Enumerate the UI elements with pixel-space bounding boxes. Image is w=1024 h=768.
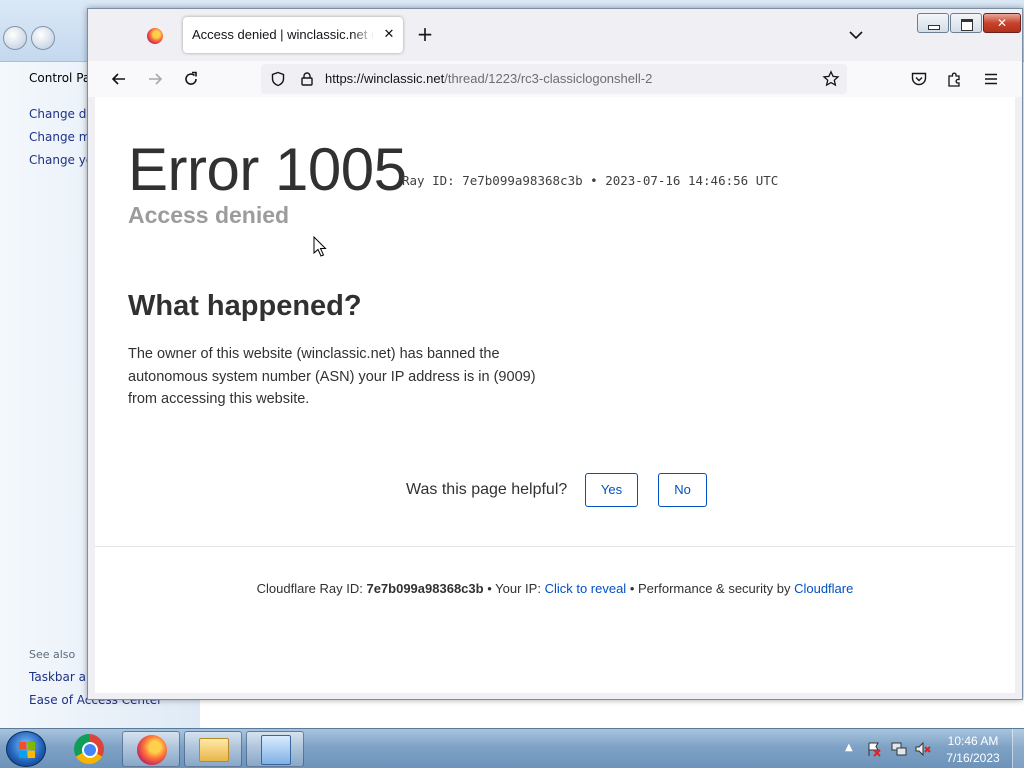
tab-title: Access denied | winclassic.net used	[192, 27, 374, 42]
start-button[interactable]	[6, 731, 46, 767]
bookmark-star-icon[interactable]	[822, 70, 840, 88]
windows-logo-icon	[19, 742, 35, 758]
show-hidden-icons-icon[interactable]: ▲	[845, 742, 853, 753]
error-code-heading: Error 1005	[128, 136, 407, 203]
mouse-pointer-icon	[313, 236, 327, 257]
hamburger-menu-icon	[985, 73, 997, 85]
feedback-no-button[interactable]: No	[658, 473, 707, 507]
firefox-window: Access denied | winclassic.net used ✕ +	[87, 8, 1023, 700]
puzzle-piece-icon	[948, 72, 960, 87]
taskbar-firefox-button[interactable]	[122, 731, 180, 767]
extensions-button[interactable]	[941, 67, 969, 91]
url-host: https://winclassic.net	[325, 71, 445, 86]
arrow-left-icon	[111, 73, 125, 85]
network-icon[interactable]	[891, 741, 907, 757]
clock-time[interactable]: 10:46 AM	[944, 734, 1002, 748]
new-tab-button[interactable]: +	[412, 22, 438, 48]
tracking-protection-shield-icon[interactable]	[270, 71, 286, 87]
feedback-yes-button[interactable]: Yes	[585, 473, 638, 507]
lock-icon[interactable]	[299, 71, 315, 87]
control-panel-icon	[261, 735, 291, 765]
url-path: /thread/1223/rc3-classiclogonshell-2	[444, 71, 653, 86]
close-window-button[interactable]	[983, 13, 1021, 33]
clock-date[interactable]: 7/16/2023	[944, 751, 1002, 765]
show-desktop-button[interactable]	[1012, 729, 1024, 768]
explanation-text: The owner of this website (winclassic.ne…	[128, 346, 536, 407]
close-tab-icon[interactable]: ✕	[379, 25, 399, 45]
see-also-taskbar-link[interactable]: Taskbar an	[29, 670, 94, 684]
list-all-tabs-button[interactable]	[844, 23, 868, 47]
footer-ray-label: Cloudflare Ray ID:	[256, 581, 363, 596]
tab-access-denied[interactable]: Access denied | winclassic.net used ✕	[183, 17, 403, 53]
ray-id-timestamp: Ray ID: 7e7b099a98368c3b • 2023-07-16 14…	[402, 173, 779, 188]
cloudflare-link[interactable]: Cloudflare	[794, 581, 853, 596]
helpful-question-text: Was this page helpful?	[406, 481, 568, 498]
footer-performance-label: Performance & security by	[638, 581, 791, 596]
taskbar-chrome-button[interactable]	[60, 731, 118, 767]
volume-muted-icon[interactable]	[915, 741, 931, 757]
firefox-view-tab[interactable]	[138, 21, 172, 51]
chevron-down-icon	[849, 31, 863, 40]
url-text[interactable]: https://winclassic.net/thread/1223/rc3-c…	[325, 71, 652, 86]
firefox-icon	[137, 735, 167, 765]
taskbar: ▲ 10:46 AM 7/16/2023	[0, 728, 1024, 768]
footer-divider	[95, 546, 1015, 547]
access-denied-subtitle: Access denied	[128, 202, 290, 228]
address-bar[interactable]: https://winclassic.net/thread/1223/rc3-c…	[261, 64, 847, 94]
page-content: Error 1005 Ray ID: 7e7b099a98368c3b • 20…	[95, 97, 1015, 693]
tab-bar: Access denied | winclassic.net used ✕ +	[88, 9, 1022, 61]
footer-ip-label: Your IP:	[495, 581, 541, 596]
maximize-button[interactable]	[950, 13, 982, 33]
see-also-label: See also	[29, 648, 76, 661]
folder-icon	[199, 738, 229, 762]
taskbar-control-panel-button[interactable]	[246, 731, 304, 767]
taskbar-explorer-button[interactable]	[184, 731, 242, 767]
minimize-button[interactable]	[917, 13, 949, 33]
reveal-ip-link[interactable]: Click to reveal	[545, 581, 627, 596]
reload-button[interactable]	[177, 67, 205, 91]
arrow-right-icon	[149, 73, 163, 85]
back-button[interactable]	[105, 67, 133, 91]
reload-icon	[185, 71, 197, 85]
sidebar-link-change-1[interactable]: Change de	[29, 107, 94, 121]
footer-separator: •	[629, 581, 635, 596]
sidebar-link-change-3[interactable]: Change yo	[29, 153, 93, 167]
chrome-icon	[74, 734, 104, 764]
forward-button[interactable]	[141, 67, 169, 91]
footer-separator: •	[487, 581, 492, 596]
cloudflare-footer: Cloudflare Ray ID: 7e7b099a98368c3b • Yo…	[95, 581, 1015, 596]
pocket-button[interactable]	[905, 67, 933, 91]
navigation-toolbar: https://winclassic.net/thread/1223/rc3-c…	[88, 61, 1022, 97]
application-menu-button[interactable]	[977, 67, 1005, 91]
action-center-flag-icon[interactable]	[866, 741, 882, 757]
what-happened-heading: What happened?	[128, 290, 362, 322]
forward-circle-button[interactable]	[31, 26, 55, 50]
control-panel-home-link[interactable]: Control Par	[29, 71, 95, 85]
footer-ray-value: 7e7b099a98368c3b	[366, 581, 484, 596]
pocket-icon	[911, 72, 927, 86]
firefox-logo-icon	[147, 28, 163, 44]
back-circle-button[interactable]	[3, 26, 27, 50]
